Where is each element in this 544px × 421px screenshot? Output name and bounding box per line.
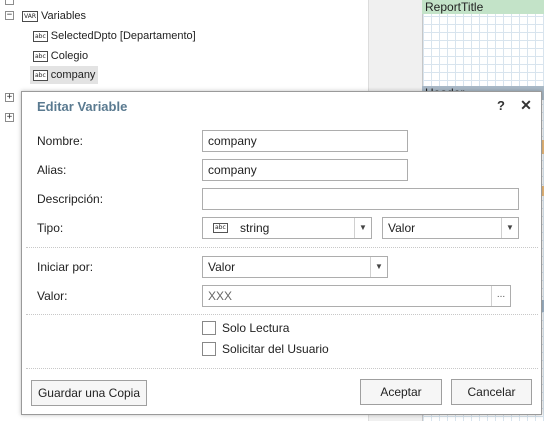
chevron-down-icon[interactable]: ▼ <box>501 218 518 238</box>
valor-label: Valor: <box>37 289 68 303</box>
string-type-icon: abc <box>33 30 48 42</box>
dialog-title: Editar Variable <box>37 99 128 114</box>
solicitar-usuario-checkbox[interactable] <box>202 342 216 356</box>
edit-variable-dialog: Editar Variable ? ✕ Nombre: company Alia… <box>21 91 542 415</box>
tipo-label: Tipo: <box>37 221 64 235</box>
tree-item-label: company <box>50 69 96 81</box>
alias-label: Alias: <box>37 163 67 177</box>
report-title-band[interactable]: ReportTitle <box>422 0 544 14</box>
nombre-field[interactable]: company <box>202 130 408 152</box>
close-icon[interactable]: ✕ <box>519 97 533 114</box>
divider <box>26 314 538 315</box>
help-icon[interactable]: ? <box>495 98 507 113</box>
solo-lectura-label: Solo Lectura <box>222 321 290 335</box>
string-type-icon: abc <box>33 69 48 81</box>
aceptar-button[interactable]: Aceptar <box>360 379 442 405</box>
string-type-icon: abc <box>213 223 228 233</box>
divider <box>26 247 538 248</box>
tree-item-variable[interactable]: abc Colegio <box>33 47 88 65</box>
descripcion-label: Descripción: <box>37 192 104 206</box>
solicitar-checkbox-row[interactable]: Solicitar del Usuario <box>202 342 329 356</box>
tipo-kind-value: Valor <box>388 221 416 235</box>
tipo-type-value: string <box>240 221 270 235</box>
descripcion-field[interactable] <box>202 188 519 210</box>
valor-field[interactable]: XXX ... <box>202 285 511 307</box>
tree-item-variables[interactable]: VAR Variables <box>22 7 86 25</box>
cancelar-button[interactable]: Cancelar <box>451 379 532 405</box>
expand-icon[interactable]: + <box>5 93 14 102</box>
nombre-label: Nombre: <box>37 134 84 148</box>
tree-item-label: SelectedDpto [Departamento] <box>50 30 196 42</box>
iniciar-label: Iniciar por: <box>37 260 94 274</box>
alias-field[interactable]: company <box>202 159 408 181</box>
tree-item-variable[interactable]: abc SelectedDpto [Departamento] <box>33 27 196 45</box>
tree-item-variable-selected[interactable]: abc company <box>30 66 98 84</box>
divider <box>26 368 538 369</box>
tipo-kind-select[interactable]: Valor ▼ <box>382 217 519 239</box>
collapse-icon[interactable]: − <box>5 11 14 20</box>
ellipsis-button[interactable]: ... <box>491 286 510 306</box>
tree-item-label: Colegio <box>50 50 89 62</box>
iniciar-value: Valor <box>208 260 236 274</box>
guardar-copia-button[interactable]: Guardar una Copia <box>31 380 147 406</box>
expand-icon[interactable]: + <box>5 113 14 122</box>
tipo-type-select[interactable]: abc string ▼ <box>202 217 372 239</box>
collapse-icon[interactable]: − <box>5 0 14 5</box>
solo-lectura-checkbox[interactable] <box>202 321 216 335</box>
iniciar-select[interactable]: Valor ▼ <box>202 256 388 278</box>
solicitar-usuario-label: Solicitar del Usuario <box>222 342 329 356</box>
valor-value: XXX <box>208 289 233 303</box>
chevron-down-icon[interactable]: ▼ <box>370 257 387 277</box>
string-type-icon: abc <box>33 50 48 62</box>
variables-folder-icon: VAR <box>22 10 38 22</box>
solo-lectura-checkbox-row[interactable]: Solo Lectura <box>202 321 289 335</box>
chevron-down-icon[interactable]: ▼ <box>354 218 371 238</box>
tree-item-label: Variables <box>41 10 87 22</box>
